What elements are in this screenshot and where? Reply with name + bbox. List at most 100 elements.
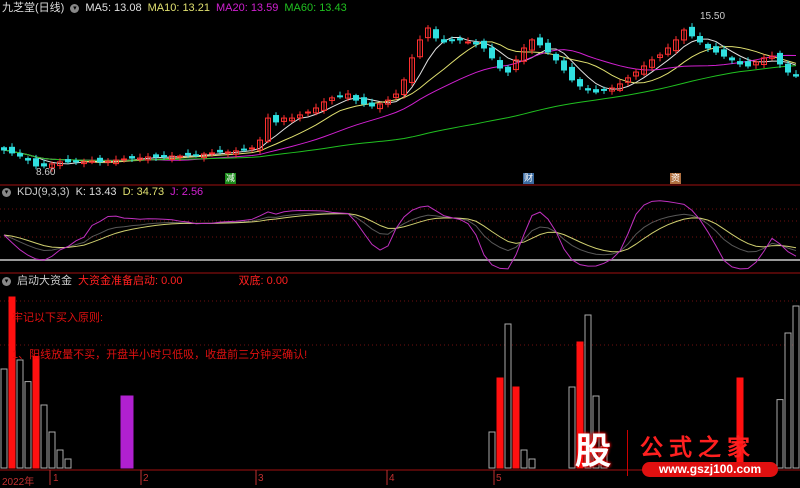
ma5-value: MA5: 13.08 — [85, 2, 142, 14]
fund-ready: 大资金准备启动: 0.00 — [78, 275, 183, 287]
candle-body — [737, 61, 743, 65]
fund-bar-gray — [792, 305, 800, 469]
candle-body — [305, 111, 311, 114]
candle-body — [241, 148, 247, 151]
candle-body — [577, 79, 583, 87]
axis-year: 2022年 — [2, 477, 35, 488]
candle-body — [449, 39, 455, 42]
candle-body — [593, 89, 599, 93]
candle-body — [497, 60, 503, 69]
candle-body — [33, 158, 39, 167]
fund-bar-gray — [64, 458, 72, 469]
candle-body — [41, 163, 47, 167]
fund-bar-gray — [488, 431, 496, 469]
candle-body — [729, 57, 735, 61]
ma10-line — [3, 41, 797, 164]
candle-body — [697, 36, 703, 43]
stock-name: 九芝堂(日线) — [2, 2, 65, 14]
stock-chart — [0, 23, 800, 485]
ma20-value: MA20: 13.59 — [215, 2, 279, 14]
candle-body — [73, 160, 79, 163]
candle-body — [745, 61, 751, 67]
kdj-k: K: 13.43 — [75, 186, 117, 198]
kdj-j: J: 2.56 — [170, 186, 204, 198]
axis-month-1: 1 — [53, 473, 59, 484]
kdj-k-line — [3, 212, 797, 256]
candle-body — [561, 60, 567, 71]
candle-body — [481, 40, 487, 49]
note-rule: 1、阳线放量不买，开盘半小时只低吸，收盘前三分钟买确认! — [12, 349, 308, 361]
candle-body — [25, 158, 31, 161]
collapse-icon[interactable]: ▾ — [2, 277, 11, 286]
logo-icon: 股 — [574, 430, 611, 471]
candle-body — [193, 154, 199, 157]
candle-body — [785, 63, 791, 73]
collapse-icon[interactable]: ▾ — [2, 188, 11, 197]
fund-bar-gray — [520, 449, 528, 469]
fund-bar-red — [512, 386, 520, 469]
fund-bar-gray — [16, 359, 24, 469]
candle-body — [161, 155, 167, 158]
candle-body — [17, 153, 23, 157]
candle-body — [249, 147, 255, 150]
fund-bar-red — [32, 355, 40, 469]
candle-body — [433, 29, 439, 39]
logo-url: www.gszj100.com — [642, 462, 778, 477]
candle-body — [129, 156, 135, 159]
candle-body — [9, 146, 15, 154]
candle-body — [337, 95, 343, 98]
collapse-icon[interactable]: ▾ — [70, 4, 80, 13]
fund-header: ▾ 启动大资金 大资金准备启动: 0.00 双底: 0.00 — [2, 275, 288, 288]
ma60-line — [3, 65, 797, 161]
candle-body — [489, 47, 495, 59]
fund-bar-red — [496, 377, 504, 469]
candle-body — [217, 149, 223, 153]
fund-bar-gray — [504, 323, 512, 469]
marker-jian[interactable]: 减 — [225, 173, 236, 184]
candle-body — [721, 49, 727, 57]
kdj-j-line — [3, 200, 797, 270]
fund-bar-gray — [48, 431, 56, 469]
candle-body — [153, 154, 159, 158]
high-price-label: 15.50 — [700, 11, 726, 22]
candle-body — [777, 52, 783, 65]
axis-month-3: 3 — [258, 473, 264, 484]
fund-name: 启动大资金 — [17, 275, 72, 287]
candle-body — [465, 41, 471, 44]
axis-month-5: 5 — [496, 473, 502, 484]
ma10-value: MA10: 13.21 — [147, 2, 210, 14]
candle-body — [1, 147, 7, 151]
marker-cai[interactable]: 财 — [523, 173, 534, 184]
ma60-value: MA60: 13.43 — [284, 2, 347, 14]
candle-body — [369, 102, 375, 107]
candle-body — [705, 43, 711, 49]
candle-body — [65, 159, 71, 163]
candle-body — [361, 97, 367, 105]
candle-body — [793, 74, 799, 77]
candle-body — [177, 155, 183, 158]
axis-month-2: 2 — [143, 473, 149, 484]
ma5-line — [3, 37, 797, 165]
watermark-logo: 股 公式之家 www.gszj100.com — [560, 428, 790, 480]
fund-bar-gray — [528, 458, 536, 469]
candle-body — [713, 46, 719, 53]
candle-body — [473, 42, 479, 45]
fund-bar-gray — [40, 404, 48, 469]
candle-body — [553, 53, 559, 61]
marker-zi[interactable]: 资 — [670, 173, 681, 184]
candle-body — [457, 38, 463, 41]
fund-bar-gray — [0, 368, 8, 469]
candle-body — [689, 26, 695, 37]
fund-bar-gray — [56, 449, 64, 469]
fund-bar-gray — [24, 381, 32, 469]
note-title: 牢记以下买入原则: — [12, 312, 104, 324]
candle-body — [185, 152, 191, 156]
kdj-d-line — [3, 213, 797, 253]
candle-body — [505, 66, 511, 73]
candle-body — [209, 152, 215, 155]
candle-body — [545, 42, 551, 53]
candle-body — [353, 95, 359, 101]
candle-body — [273, 115, 279, 123]
candle-body — [537, 37, 543, 46]
candle-body — [97, 157, 103, 163]
